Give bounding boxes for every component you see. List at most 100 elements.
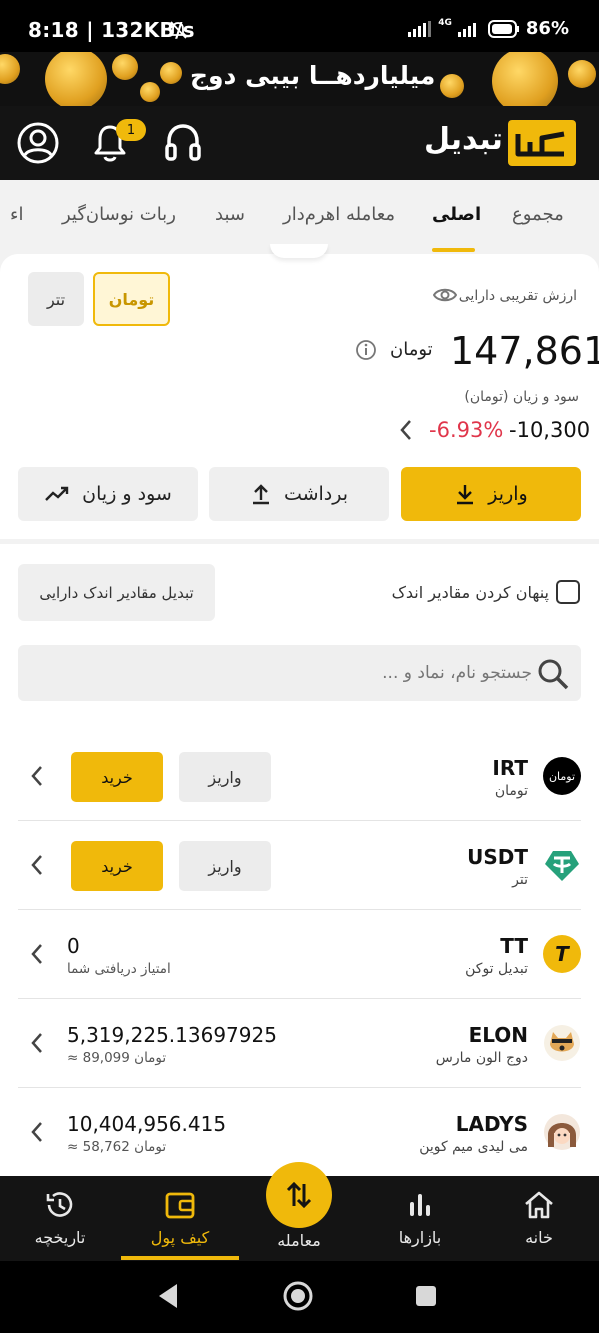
bell-off-icon bbox=[168, 21, 188, 39]
withdraw-button[interactable]: برداشت bbox=[209, 467, 389, 521]
eye-icon[interactable] bbox=[433, 286, 457, 304]
buy-irt-button[interactable]: خرید bbox=[71, 752, 163, 802]
coin-decoration bbox=[440, 74, 464, 98]
status-icons: 4G 86% bbox=[408, 18, 569, 39]
signal-icon bbox=[408, 20, 432, 37]
tab-basket[interactable]: سبد bbox=[215, 204, 245, 225]
deposit-usdt-button[interactable]: واریز bbox=[179, 841, 271, 891]
deposit-button[interactable]: واریز bbox=[401, 467, 581, 521]
doge-coin-image bbox=[45, 52, 107, 106]
nav-history[interactable]: تاریخچه bbox=[20, 1176, 100, 1256]
toman-coin-icon: تومان bbox=[543, 757, 581, 795]
home-button-icon[interactable] bbox=[282, 1280, 314, 1312]
trade-fab[interactable] bbox=[266, 1162, 332, 1228]
ladys-coin-icon bbox=[544, 1114, 580, 1150]
tether-icon bbox=[545, 851, 579, 881]
coin-decoration bbox=[112, 54, 138, 80]
coin-decoration bbox=[160, 62, 182, 84]
asset-value-estimate: تومان 58,762 ≈ bbox=[67, 1139, 167, 1155]
wallet-icon bbox=[165, 1192, 195, 1219]
nav-markets-label: بازارها bbox=[398, 1228, 442, 1247]
doge-coin-image bbox=[492, 52, 558, 106]
tab-main[interactable]: اصلی bbox=[432, 204, 481, 225]
trending-up-icon bbox=[45, 486, 69, 501]
pnl-button[interactable]: سود و زیان bbox=[18, 467, 198, 521]
pnl-label: سود و زیان (تومان) bbox=[464, 389, 579, 405]
profile-icon[interactable] bbox=[16, 121, 60, 165]
hide-small-label: پنهان کردن مقادیر اندک bbox=[391, 583, 549, 602]
signal-icon-2 bbox=[457, 22, 476, 37]
buy-usdt-button[interactable]: خرید bbox=[71, 841, 163, 891]
chevron-left-icon[interactable] bbox=[28, 1031, 46, 1055]
pnl-percent: -6.93% bbox=[429, 418, 504, 442]
asset-amount: 10,404,956.415 bbox=[67, 1112, 227, 1136]
total-balance-unit: تومان bbox=[390, 339, 433, 360]
convert-small-button[interactable]: تبدیل مقادیر اندک دارایی bbox=[18, 564, 215, 621]
nav-history-label: تاریخچه bbox=[34, 1228, 86, 1247]
nav-wallet[interactable]: کیف پول bbox=[140, 1176, 220, 1256]
currency-toman-toggle[interactable]: تومان bbox=[93, 272, 170, 326]
asset-symbol: TT bbox=[500, 934, 528, 958]
asset-symbol: ELON bbox=[468, 1023, 528, 1047]
drag-handle[interactable] bbox=[270, 244, 328, 258]
coin-decoration bbox=[568, 60, 596, 88]
swap-arrows-icon bbox=[286, 1181, 312, 1209]
battery-icon bbox=[487, 19, 519, 38]
withdraw-button-label: برداشت bbox=[283, 483, 349, 505]
tab-grid-bot[interactable]: ربات نوسان‌گیر bbox=[62, 204, 176, 225]
nav-markets[interactable]: بازارها bbox=[380, 1176, 460, 1256]
active-tab-indicator bbox=[432, 248, 475, 252]
app-header: 1 تبدیل bbox=[0, 106, 599, 180]
asset-amount: 0 bbox=[67, 934, 80, 958]
active-nav-indicator bbox=[121, 1256, 239, 1260]
info-icon[interactable] bbox=[355, 339, 377, 361]
history-clock-icon bbox=[46, 1192, 73, 1217]
asset-value-estimate: تومان 89,099 ≈ bbox=[67, 1050, 167, 1066]
asset-name: دوج الون مارس bbox=[435, 1050, 528, 1066]
search-input[interactable] bbox=[32, 653, 532, 693]
asset-row-tt[interactable] bbox=[18, 910, 581, 999]
pnl-button-label: سود و زیان bbox=[82, 483, 172, 505]
upload-icon bbox=[252, 484, 269, 505]
notification-badge: 1 bbox=[116, 119, 146, 141]
chevron-left-icon[interactable] bbox=[28, 764, 46, 788]
tab-total[interactable]: مجموع bbox=[512, 204, 564, 225]
back-icon[interactable] bbox=[155, 1281, 181, 1311]
hide-small-checkbox[interactable] bbox=[556, 580, 580, 604]
chevron-left-icon[interactable] bbox=[28, 942, 46, 966]
tab-margin-trading[interactable]: معامله اهرم‌دار bbox=[283, 204, 395, 225]
support-headset-icon[interactable] bbox=[162, 121, 204, 165]
tab-more[interactable]: اء bbox=[10, 204, 23, 225]
network-type: 4G bbox=[438, 17, 452, 28]
tt-token-icon: T bbox=[543, 935, 581, 973]
app-logo-text: تبدیل bbox=[424, 122, 503, 157]
search-icon bbox=[538, 659, 569, 690]
pnl-value: -10,300 bbox=[509, 418, 591, 442]
total-balance: 147,861 bbox=[450, 329, 599, 373]
asset-symbol: USDT bbox=[467, 845, 528, 869]
home-icon bbox=[525, 1191, 553, 1219]
nav-home[interactable]: خانه bbox=[499, 1176, 579, 1256]
recents-icon[interactable] bbox=[414, 1284, 438, 1308]
banner-text: میلیاردهــا بیبی دوج bbox=[190, 61, 436, 90]
promo-banner[interactable]: میلیاردهــا بیبی دوج bbox=[0, 52, 599, 106]
asset-value-label: ارزش تقریبی دارایی bbox=[458, 288, 577, 304]
deposit-irt-button[interactable]: واریز bbox=[179, 752, 271, 802]
wallet-tabs: مجموع اصلی معامله اهرم‌دار سبد ربات نوسا… bbox=[0, 180, 599, 254]
deposit-button-label: واریز bbox=[488, 483, 528, 505]
chevron-left-icon[interactable] bbox=[397, 418, 415, 442]
nav-trade[interactable]: معامله bbox=[259, 1162, 339, 1256]
chevron-left-icon[interactable] bbox=[28, 853, 46, 877]
search-box[interactable] bbox=[18, 645, 581, 701]
nav-wallet-label: کیف پول bbox=[150, 1228, 210, 1247]
asset-name: تبدیل توکن bbox=[465, 961, 528, 977]
elon-doge-icon bbox=[544, 1025, 580, 1061]
asset-name: تومان bbox=[494, 783, 528, 799]
coin-decoration bbox=[140, 82, 160, 102]
asset-symbol: LADYS bbox=[455, 1112, 528, 1136]
currency-tether-toggle[interactable]: تتر bbox=[28, 272, 84, 326]
system-navigation-bar bbox=[0, 1261, 599, 1333]
chevron-left-icon[interactable] bbox=[28, 1120, 46, 1144]
status-bar: 8:18 | 132KB/s 4G 86% bbox=[0, 0, 599, 52]
asset-amount: 5,319,225.13697925 bbox=[67, 1023, 277, 1047]
